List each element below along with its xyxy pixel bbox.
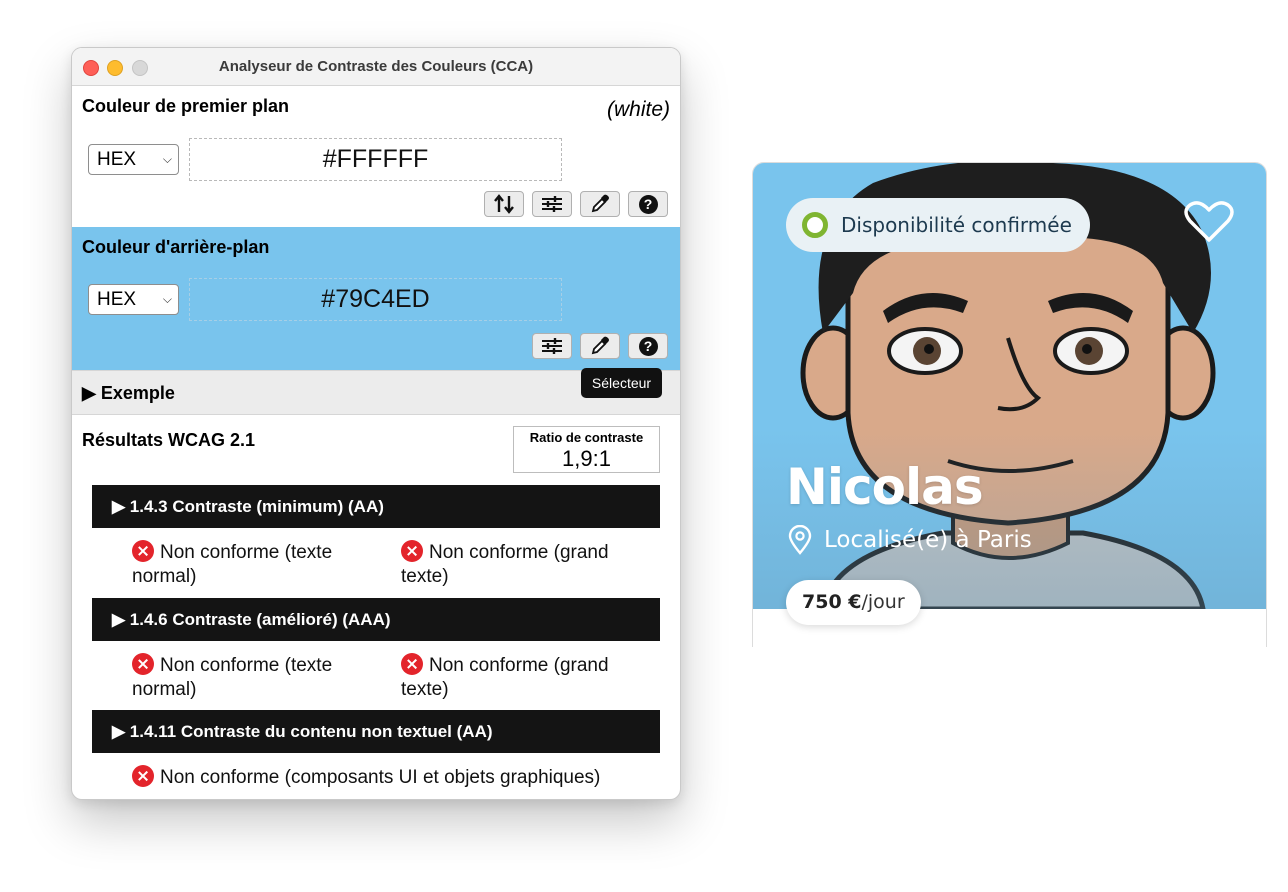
heart-icon[interactable] [1184,200,1234,244]
background-label: Couleur d'arrière-plan [82,237,270,257]
eyedropper-icon [591,336,609,355]
fail-icon [132,653,154,675]
ratio-value: 1,9:1 [562,446,611,471]
picker-tooltip: Sélecteur [581,368,662,398]
title-bar[interactable]: Analyseur de Contraste des Couleurs (CCA… [72,48,680,86]
example-text: Exemple [100,383,175,403]
foreground-label: Couleur de premier plan [82,96,290,116]
help-icon: ? [638,194,658,214]
criterion-title: 1.4.3 Contraste (minimum) (AA) [129,497,384,516]
foreground-color-name: (white) [606,98,670,121]
profile-card[interactable]: Disponibilité confirmée Nicolas Localisé… [752,162,1267,647]
result-text: Non conforme (composants UI et objets gr… [160,767,601,788]
results-title: Résultats WCAG 2.1 [82,430,256,450]
criterion-1-4-11-result: Non conforme (composants UI et objets gr… [132,765,652,790]
foreground-help-button[interactable]: ? [628,191,668,217]
location-text: Localisé(e) à Paris [824,527,1032,553]
price-pill: 750 €/jour [786,580,921,625]
map-pin-icon [788,525,812,555]
result-text: Non conforme (texte normal) [132,542,333,587]
swap-colors-button[interactable] [484,191,524,217]
criterion-1-4-3-toggle[interactable]: ▶ 1.4.3 Contraste (minimum) (AA) [92,485,660,528]
result-text: Non conforme (grand texte) [401,655,609,700]
fail-icon [132,765,154,787]
fail-icon [401,653,423,675]
foreground-picker-button[interactable] [580,191,620,217]
criterion-1-4-11-toggle[interactable]: ▶ 1.4.11 Contraste du contenu non textue… [92,710,660,753]
criterion-1-4-3-normal-result: Non conforme (texte normal) [132,540,372,589]
background-help-button[interactable]: ? [628,333,668,359]
availability-badge: Disponibilité confirmée [786,198,1090,252]
availability-text: Disponibilité confirmée [841,213,1072,237]
foreground-adjust-button[interactable] [532,191,572,217]
profile-name: Nicolas [786,458,984,516]
swap-arrows-icon [494,194,514,214]
price-amount: 750 € [802,591,862,613]
fail-icon [401,540,423,562]
window-title: Analyseur de Contraste des Couleurs (CCA… [218,58,534,75]
criterion-1-4-6-toggle[interactable]: ▶ 1.4.6 Contraste (amélioré) (AAA) [92,598,660,641]
chevron-down-icon: ⌵ [162,292,172,306]
criterion-1-4-6-normal-result: Non conforme (texte normal) [132,653,372,702]
background-picker-button[interactable] [580,333,620,359]
foreground-format-select[interactable]: HEX ⌵ [88,144,179,175]
example-label: ▶ Exemple [82,383,175,403]
result-text: Non conforme (texte normal) [132,655,333,700]
sliders-icon [542,196,562,212]
eyedropper-icon [591,194,609,213]
foreground-hex-input[interactable]: #FFFFFF [189,138,562,181]
criterion-title: 1.4.6 Contraste (amélioré) (AAA) [129,610,391,629]
criterion-1-4-6-large-result: Non conforme (grand texte) [401,653,641,702]
help-icon: ? [638,336,658,356]
background-adjust-button[interactable] [532,333,572,359]
result-text: Non conforme (grand texte) [401,542,609,587]
status-dot-icon [802,212,828,238]
foreground-section: Couleur de premier plan (white) HEX ⌵ #F… [72,86,680,227]
price-unit: /jour [861,591,905,613]
criterion-title: 1.4.11 Contraste du contenu non textuel … [129,722,493,741]
background-hex-input[interactable]: #79C4ED [189,278,562,321]
background-format-select[interactable]: HEX ⌵ [88,284,179,315]
background-section: Couleur d'arrière-plan HEX ⌵ #79C4ED ? [72,227,680,370]
sliders-icon [542,338,562,354]
contrast-ratio-box: Ratio de contraste 1,9:1 [513,426,660,473]
location: Localisé(e) à Paris [788,525,1032,555]
chevron-down-icon: ⌵ [162,152,172,166]
criterion-1-4-3-large-result: Non conforme (grand texte) [401,540,641,589]
foreground-format-value: HEX [97,149,137,170]
background-format-value: HEX [97,289,137,310]
cca-window: Analyseur de Contraste des Couleurs (CCA… [71,47,681,800]
ratio-label: Ratio de contraste [529,430,644,445]
fail-icon [132,540,154,562]
